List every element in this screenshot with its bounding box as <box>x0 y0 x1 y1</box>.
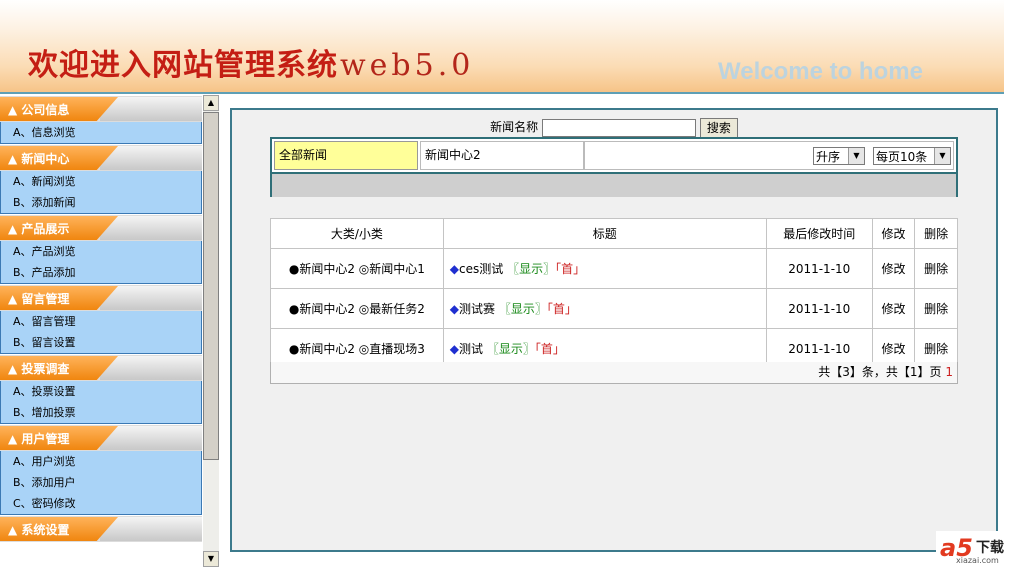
sidebar-item[interactable]: A、投票设置 <box>1 381 201 402</box>
sidebar-section-body: A、新闻浏览 B、添加新闻 <box>0 171 202 214</box>
chevron-down-icon: ▼ <box>934 148 950 164</box>
section-title: ▲ 投票调查 <box>8 362 70 376</box>
show-toggle-link[interactable]: 〖显示〗 <box>507 262 555 276</box>
news-table: 大类/小类 标题 最后修改时间 修改 删除 ●新闻中心2 ◎新闻中心1 ◆ces测… <box>270 218 958 369</box>
sidebar-item[interactable]: A、信息浏览 <box>1 122 201 143</box>
sidebar-section-body: A、投票设置 B、增加投票 <box>0 381 202 424</box>
current-category: 新闻中心2 <box>420 141 584 170</box>
news-title-link[interactable]: ces测试 <box>459 262 503 276</box>
search-label: 新闻名称 <box>490 120 539 134</box>
page-title: 欢迎进入网站管理系统web5.0 <box>28 48 475 83</box>
row-title-cell: ◆测试赛 〖显示〗「首」 <box>442 288 767 329</box>
scroll-up-button[interactable]: ▲ <box>203 95 219 111</box>
search-bar: 新闻名称 搜索 <box>232 116 996 138</box>
pagination-summary: 共【3】条，共【1】页 <box>818 365 942 379</box>
sidebar-section-body: A、用户浏览 B、添加用户 C、密码修改 <box>0 451 202 515</box>
section-tab-shade <box>100 216 202 240</box>
sidebar-section-body: A、信息浏览 <box>0 122 202 144</box>
section-title: ▲ 系统设置 <box>8 523 70 537</box>
filter-subbar <box>272 172 956 197</box>
watermark-url: xiazai.com <box>956 556 999 565</box>
search-input[interactable] <box>542 118 696 137</box>
section-tab-shade <box>100 356 202 380</box>
search-button[interactable]: 搜索 <box>699 117 738 138</box>
news-title-link[interactable]: 测试 <box>459 342 483 356</box>
all-news-link[interactable]: 全部新闻 <box>274 141 418 170</box>
show-toggle-link[interactable]: 〖显示〗 <box>487 342 535 356</box>
col-header-edit: 修改 <box>871 218 916 249</box>
diamond-icon: ◆ <box>449 262 460 276</box>
table-row: ●新闻中心2 ◎新闻中心1 ◆ces测试 〖显示〗「首」 2011-1-10 修改 删除 <box>270 248 958 289</box>
row-date: 2011-1-10 <box>765 248 873 289</box>
sort-select[interactable]: 升序 ▼ <box>813 147 865 165</box>
show-toggle-link[interactable]: 〖显示〗 <box>499 302 547 316</box>
sidebar-section-body: A、留言管理 B、留言设置 <box>0 311 202 354</box>
set-first-link[interactable]: 「首」 <box>535 342 565 356</box>
col-header-title: 标题 <box>442 218 767 249</box>
sidebar-section-body: A、产品浏览 B、产品添加 <box>0 241 202 284</box>
row-date: 2011-1-10 <box>765 288 873 329</box>
watermark-text: 下载 <box>976 540 1004 556</box>
set-first-link[interactable]: 「首」 <box>547 302 577 316</box>
sidebar-section-header[interactable]: ▲ 公司信息 <box>0 95 202 122</box>
sidebar-section-header[interactable]: ▲ 新闻中心 <box>0 144 202 171</box>
section-tab-shade <box>100 286 202 310</box>
set-first-link[interactable]: 「首」 <box>555 262 585 276</box>
site-watermark: a5 下载 xiazai.com <box>936 531 1024 567</box>
sidebar-item[interactable]: B、添加用户 <box>1 472 201 493</box>
col-header-modified: 最后修改时间 <box>765 218 873 249</box>
scroll-down-button[interactable]: ▼ <box>203 551 219 567</box>
page-link[interactable]: 1 <box>945 365 953 379</box>
sidebar-section-header[interactable]: ▲ 系统设置 <box>0 515 202 542</box>
row-category: ●新闻中心2 ◎新闻中心1 <box>270 248 444 289</box>
diamond-icon: ◆ <box>449 342 460 356</box>
per-page-select[interactable]: 每页10条 ▼ <box>873 147 951 165</box>
pagination: 共【3】条，共【1】页 1 <box>270 362 958 384</box>
sidebar-item[interactable]: A、新闻浏览 <box>1 171 201 192</box>
news-title-link[interactable]: 测试赛 <box>459 302 495 316</box>
scroll-thumb[interactable] <box>203 112 219 460</box>
section-tab-shade <box>100 517 202 541</box>
section-tab-shade <box>100 97 202 121</box>
col-header-delete: 删除 <box>914 218 958 249</box>
delete-link[interactable]: 删除 <box>914 288 958 329</box>
section-title: ▲ 留言管理 <box>8 292 70 306</box>
sidebar-item[interactable]: A、用户浏览 <box>1 451 201 472</box>
edit-link[interactable]: 修改 <box>871 248 916 289</box>
section-title: ▲ 新闻中心 <box>8 152 70 166</box>
edit-link[interactable]: 修改 <box>871 288 916 329</box>
table-row: ●新闻中心2 ◎最新任务2 ◆测试赛 〖显示〗「首」 2011-1-10 修改 删除 <box>270 288 958 329</box>
delete-link[interactable]: 删除 <box>914 248 958 289</box>
chevron-down-icon: ▼ <box>848 148 864 164</box>
sidebar-item[interactable]: C、密码修改 <box>1 493 201 514</box>
sidebar-item[interactable]: B、产品添加 <box>1 262 201 283</box>
version-label: web5.0 <box>340 48 475 83</box>
header-divider <box>0 92 1004 94</box>
row-category: ●新闻中心2 ◎最新任务2 <box>270 288 444 329</box>
sidebar-scrollbar[interactable]: ▲ ▼ <box>203 95 219 567</box>
diamond-icon: ◆ <box>449 302 460 316</box>
section-tab-shade <box>100 426 202 450</box>
row-title-cell: ◆ces测试 〖显示〗「首」 <box>442 248 767 289</box>
sidebar-item[interactable]: B、增加投票 <box>1 402 201 423</box>
sidebar-item[interactable]: A、留言管理 <box>1 311 201 332</box>
header-banner: 欢迎进入网站管理系统web5.0 Welcome to home <box>0 0 1004 94</box>
col-header-category: 大类/小类 <box>270 218 444 249</box>
sidebar-item[interactable]: A、产品浏览 <box>1 241 201 262</box>
section-tab-shade <box>100 146 202 170</box>
section-title: ▲ 公司信息 <box>8 103 70 117</box>
sidebar-section-header[interactable]: ▲ 投票调查 <box>0 354 202 381</box>
welcome-text: Welcome to home <box>718 58 923 85</box>
sidebar: ▲ 公司信息 A、信息浏览 ▲ 新闻中心 A、新闻浏览 B、添加新闻 ▲ 产品展示 A、产品… <box>0 95 202 567</box>
sidebar-item[interactable]: B、添加新闻 <box>1 192 201 213</box>
sidebar-item[interactable]: B、留言设置 <box>1 332 201 353</box>
section-title: ▲ 用户管理 <box>8 432 70 446</box>
section-title: ▲ 产品展示 <box>8 222 70 236</box>
main-panel: 新闻名称 搜索 全部新闻 新闻中心2 升序 ▼ 每页10条 ▼ 大类/小类 标题 最… <box>230 108 998 552</box>
filter-panel: 全部新闻 新闻中心2 升序 ▼ 每页10条 ▼ <box>270 137 958 197</box>
sidebar-section-header[interactable]: ▲ 产品展示 <box>0 214 202 241</box>
sidebar-section-header[interactable]: ▲ 留言管理 <box>0 284 202 311</box>
sidebar-section-header[interactable]: ▲ 用户管理 <box>0 424 202 451</box>
